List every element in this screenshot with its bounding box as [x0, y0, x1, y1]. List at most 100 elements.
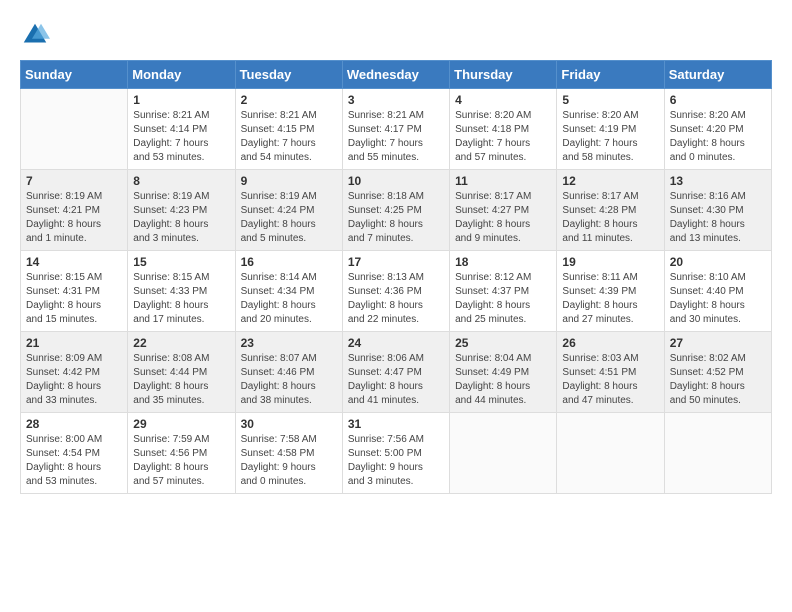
weekday-header-row: SundayMondayTuesdayWednesdayThursdayFrid…: [21, 61, 772, 89]
page-header: [20, 20, 772, 50]
calendar-cell: [21, 89, 128, 170]
day-info: Sunrise: 8:21 AMSunset: 4:15 PMDaylight:…: [241, 109, 337, 165]
day-number: 14: [26, 255, 122, 269]
calendar-cell: 15 Sunrise: 8:15 AMSunset: 4:33 PMDayligh…: [128, 251, 235, 332]
day-info: Sunrise: 8:16 AMSunset: 4:30 PMDaylight:…: [670, 190, 766, 246]
day-number: 22: [133, 336, 229, 350]
day-info: Sunrise: 8:06 AMSunset: 4:47 PMDaylight:…: [348, 352, 444, 408]
day-info: Sunrise: 7:58 AMSunset: 4:58 PMDaylight:…: [241, 433, 337, 489]
calendar-cell: 19 Sunrise: 8:11 AMSunset: 4:39 PMDayligh…: [557, 251, 664, 332]
calendar-cell: 17Sunrise: 8:13 AMSunset: 4:36 PMDayligh…: [342, 251, 449, 332]
calendar-cell: 25 Sunrise: 8:04 AMSunset: 4:49 PMDayligh…: [450, 332, 557, 413]
day-number: 2: [241, 93, 337, 107]
day-info: Sunrise: 8:15 AMSunset: 4:31 PMDaylight:…: [26, 271, 122, 327]
day-number: 10: [348, 174, 444, 188]
weekday-header: Wednesday: [342, 61, 449, 89]
calendar-week-row: 7 Sunrise: 8:19 AMSunset: 4:21 PMDaylight…: [21, 170, 772, 251]
day-info: Sunrise: 8:02 AMSunset: 4:52 PMDaylight:…: [670, 352, 766, 408]
calendar-cell: [557, 413, 664, 494]
day-info: Sunrise: 8:15 AMSunset: 4:33 PMDaylight:…: [133, 271, 229, 327]
day-info: Sunrise: 8:19 AMSunset: 4:24 PMDaylight:…: [241, 190, 337, 246]
calendar-cell: 21 Sunrise: 8:09 AMSunset: 4:42 PMDayligh…: [21, 332, 128, 413]
day-info: Sunrise: 8:09 AMSunset: 4:42 PMDaylight:…: [26, 352, 122, 408]
logo-icon: [20, 20, 50, 50]
day-number: 5: [562, 93, 658, 107]
calendar-cell: 6 Sunrise: 8:20 AMSunset: 4:20 PMDaylight…: [664, 89, 771, 170]
calendar-cell: 1Sunrise: 8:21 AMSunset: 4:14 PMDaylight…: [128, 89, 235, 170]
day-number: 29: [133, 417, 229, 431]
day-number: 15: [133, 255, 229, 269]
calendar-cell: [450, 413, 557, 494]
calendar-cell: 16 Sunrise: 8:14 AMSunset: 4:34 PMDayligh…: [235, 251, 342, 332]
day-info: Sunrise: 8:14 AMSunset: 4:34 PMDaylight:…: [241, 271, 337, 327]
day-number: 24: [348, 336, 444, 350]
day-info: Sunrise: 8:19 AMSunset: 4:21 PMDaylight:…: [26, 190, 122, 246]
calendar-cell: 13Sunrise: 8:16 AMSunset: 4:30 PMDayligh…: [664, 170, 771, 251]
logo: [20, 20, 54, 50]
day-info: Sunrise: 8:04 AMSunset: 4:49 PMDaylight:…: [455, 352, 551, 408]
weekday-header: Sunday: [21, 61, 128, 89]
calendar-week-row: 1Sunrise: 8:21 AMSunset: 4:14 PMDaylight…: [21, 89, 772, 170]
day-info: Sunrise: 8:11 AMSunset: 4:39 PMDaylight:…: [562, 271, 658, 327]
calendar-table: SundayMondayTuesdayWednesdayThursdayFrid…: [20, 60, 772, 494]
day-number: 8: [133, 174, 229, 188]
calendar-header: SundayMondayTuesdayWednesdayThursdayFrid…: [21, 61, 772, 89]
day-info: Sunrise: 8:10 AMSunset: 4:40 PMDaylight:…: [670, 271, 766, 327]
day-number: 31: [348, 417, 444, 431]
calendar-cell: 28Sunrise: 8:00 AMSunset: 4:54 PMDayligh…: [21, 413, 128, 494]
day-info: Sunrise: 8:07 AMSunset: 4:46 PMDaylight:…: [241, 352, 337, 408]
day-number: 6: [670, 93, 766, 107]
calendar-cell: 12 Sunrise: 8:17 AMSunset: 4:28 PMDayligh…: [557, 170, 664, 251]
day-info: Sunrise: 8:17 AMSunset: 4:28 PMDaylight:…: [562, 190, 658, 246]
day-info: Sunrise: 8:17 AMSunset: 4:27 PMDaylight:…: [455, 190, 551, 246]
day-number: 4: [455, 93, 551, 107]
calendar-cell: 26 Sunrise: 8:03 AMSunset: 4:51 PMDayligh…: [557, 332, 664, 413]
calendar-week-row: 28Sunrise: 8:00 AMSunset: 4:54 PMDayligh…: [21, 413, 772, 494]
calendar-cell: 22 Sunrise: 8:08 AMSunset: 4:44 PMDayligh…: [128, 332, 235, 413]
day-number: 25: [455, 336, 551, 350]
weekday-header: Thursday: [450, 61, 557, 89]
day-number: 12: [562, 174, 658, 188]
day-number: 26: [562, 336, 658, 350]
day-info: Sunrise: 8:20 AMSunset: 4:18 PMDaylight:…: [455, 109, 551, 165]
day-info: Sunrise: 8:12 AMSunset: 4:37 PMDaylight:…: [455, 271, 551, 327]
day-number: 9: [241, 174, 337, 188]
day-number: 21: [26, 336, 122, 350]
weekday-header: Friday: [557, 61, 664, 89]
calendar-cell: 3 Sunrise: 8:21 AMSunset: 4:17 PMDaylight…: [342, 89, 449, 170]
day-number: 20: [670, 255, 766, 269]
day-number: 28: [26, 417, 122, 431]
calendar-cell: 30 Sunrise: 7:58 AMSunset: 4:58 PMDayligh…: [235, 413, 342, 494]
calendar-cell: 11 Sunrise: 8:17 AMSunset: 4:27 PMDayligh…: [450, 170, 557, 251]
calendar-cell: 23Sunrise: 8:07 AMSunset: 4:46 PMDayligh…: [235, 332, 342, 413]
calendar-cell: 31 Sunrise: 7:56 AMSunset: 5:00 PMDayligh…: [342, 413, 449, 494]
day-number: 18: [455, 255, 551, 269]
weekday-header: Monday: [128, 61, 235, 89]
day-number: 30: [241, 417, 337, 431]
calendar-cell: 24 Sunrise: 8:06 AMSunset: 4:47 PMDayligh…: [342, 332, 449, 413]
calendar-cell: 4 Sunrise: 8:20 AMSunset: 4:18 PMDaylight…: [450, 89, 557, 170]
day-info: Sunrise: 8:08 AMSunset: 4:44 PMDaylight:…: [133, 352, 229, 408]
day-info: Sunrise: 7:56 AMSunset: 5:00 PMDaylight:…: [348, 433, 444, 489]
day-info: Sunrise: 8:21 AMSunset: 4:14 PMDaylight:…: [133, 109, 229, 165]
day-info: Sunrise: 8:20 AMSunset: 4:19 PMDaylight:…: [562, 109, 658, 165]
weekday-header: Tuesday: [235, 61, 342, 89]
day-info: Sunrise: 8:20 AMSunset: 4:20 PMDaylight:…: [670, 109, 766, 165]
day-number: 27: [670, 336, 766, 350]
weekday-header: Saturday: [664, 61, 771, 89]
day-number: 16: [241, 255, 337, 269]
day-number: 7: [26, 174, 122, 188]
day-number: 19: [562, 255, 658, 269]
calendar-cell: 27 Sunrise: 8:02 AMSunset: 4:52 PMDayligh…: [664, 332, 771, 413]
day-number: 11: [455, 174, 551, 188]
day-number: 3: [348, 93, 444, 107]
calendar-cell: 7 Sunrise: 8:19 AMSunset: 4:21 PMDaylight…: [21, 170, 128, 251]
calendar-cell: [664, 413, 771, 494]
calendar-cell: 10Sunrise: 8:18 AMSunset: 4:25 PMDayligh…: [342, 170, 449, 251]
day-info: Sunrise: 8:03 AMSunset: 4:51 PMDaylight:…: [562, 352, 658, 408]
calendar-cell: 29Sunrise: 7:59 AMSunset: 4:56 PMDayligh…: [128, 413, 235, 494]
day-info: Sunrise: 8:19 AMSunset: 4:23 PMDaylight:…: [133, 190, 229, 246]
day-info: Sunrise: 8:21 AMSunset: 4:17 PMDaylight:…: [348, 109, 444, 165]
calendar-cell: 9 Sunrise: 8:19 AMSunset: 4:24 PMDaylight…: [235, 170, 342, 251]
calendar-cell: 8 Sunrise: 8:19 AMSunset: 4:23 PMDaylight…: [128, 170, 235, 251]
